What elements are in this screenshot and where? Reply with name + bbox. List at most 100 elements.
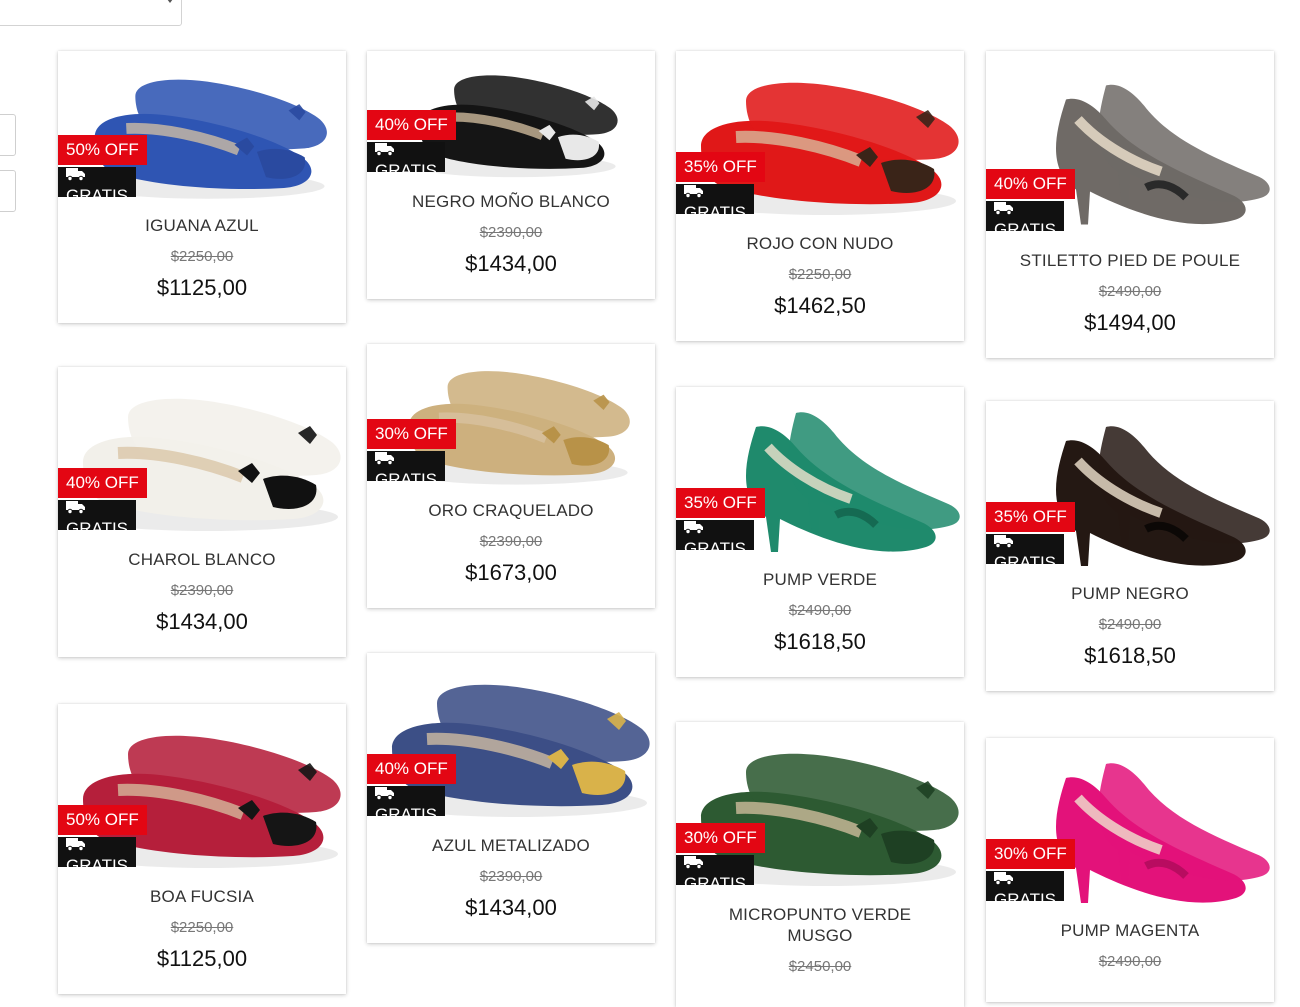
original-price: $2390,00 (170, 582, 234, 599)
filter-checkbox[interactable] (0, 114, 16, 156)
free-shipping-badge: GRATIS (58, 500, 137, 538)
product-name[interactable]: PUMP VERDE (676, 569, 964, 590)
free-shipping-label: GRATIS (66, 186, 129, 205)
product-name[interactable]: PUMP NEGRO (986, 583, 1274, 604)
sale-price: $1618,50 (774, 629, 866, 654)
product-name[interactable]: CHAROL BLANCO (58, 549, 346, 570)
truck-icon (66, 501, 85, 514)
discount-badge: 35% OFF (676, 488, 765, 518)
free-shipping-label: GRATIS (684, 874, 747, 893)
free-shipping-label: GRATIS (375, 470, 438, 489)
truck-icon (66, 838, 85, 851)
product-name[interactable]: MICROPUNTO VERDE MUSGO (676, 904, 964, 946)
discount-badge: 35% OFF (676, 152, 765, 182)
product-image[interactable]: 35% OFF GRATIS (986, 401, 1274, 583)
product-image[interactable]: 35% OFF GRATIS (676, 51, 964, 233)
truck-icon (375, 452, 394, 465)
product-image[interactable]: 50% OFF GRATIS (58, 704, 346, 886)
product-name[interactable]: AZUL METALIZADO (367, 835, 655, 856)
free-shipping-badge: GRATIS (367, 142, 446, 180)
product-card[interactable]: 50% OFF GRATIS BOA FUCSIA $2250,00 $1125,00 (58, 704, 346, 994)
original-price: $2490,00 (1098, 283, 1162, 300)
discount-badge: 50% OFF (58, 805, 147, 835)
free-shipping-badge: GRATIS (367, 786, 446, 824)
product-image[interactable]: 40% OFF GRATIS (367, 653, 655, 835)
original-price: $2490,00 (788, 602, 852, 619)
free-shipping-label: GRATIS (375, 805, 438, 824)
truck-icon (684, 856, 703, 869)
product-image[interactable]: 30% OFF GRATIS (676, 722, 964, 904)
product-image[interactable]: 35% OFF GRATIS (676, 387, 964, 569)
free-shipping-label: GRATIS (994, 220, 1057, 239)
truck-icon (994, 202, 1013, 215)
free-shipping-badge: GRATIS (676, 184, 755, 222)
product-card[interactable]: 50% OFF GRATIS IGUANA AZUL $2250,00 $1125,00 (58, 51, 346, 323)
product-card[interactable]: 40% OFF GRATIS CHAROL BLANCO $2390,00 $1434,… (58, 367, 346, 657)
free-shipping-badge: GRATIS (676, 520, 755, 558)
sale-price: $1618,50 (1084, 643, 1176, 668)
product-card[interactable]: 35% OFF GRATIS PUMP NEGRO $2490,00 $1618,50 (986, 401, 1274, 691)
filter-checkbox[interactable] (0, 170, 16, 212)
sale-price: $1434,00 (465, 251, 557, 276)
product-card[interactable]: 35% OFF GRATIS ROJO CON NUDO $2250,00 $1462,… (676, 51, 964, 341)
product-card[interactable]: 40% OFF GRATIS STILETTO PIED DE POULE $2490… (986, 51, 1274, 358)
product-image[interactable]: 30% OFF GRATIS (986, 738, 1274, 920)
product-image[interactable]: 40% OFF GRATIS (986, 51, 1274, 250)
free-shipping-label: GRATIS (994, 890, 1057, 909)
truck-icon (66, 168, 85, 181)
discount-badge: 30% OFF (986, 839, 1075, 869)
product-card[interactable]: 30% OFF GRATIS ORO CRAQUELADO $2390,00 $1673… (367, 344, 655, 608)
truck-icon (994, 535, 1013, 548)
free-shipping-badge: GRATIS (58, 167, 137, 205)
discount-badge: 30% OFF (367, 419, 456, 449)
free-shipping-label: GRATIS (375, 161, 438, 180)
free-shipping-badge: GRATIS (986, 534, 1065, 572)
product-name[interactable]: PUMP MAGENTA (986, 920, 1274, 941)
discount-badge: 30% OFF (676, 823, 765, 853)
truck-icon (684, 521, 703, 534)
free-shipping-badge: GRATIS (986, 201, 1065, 239)
product-image[interactable]: 50% OFF GRATIS (58, 51, 346, 215)
product-name[interactable]: BOA FUCSIA (58, 886, 346, 907)
truck-icon (684, 185, 703, 198)
product-card[interactable]: 40% OFF GRATIS NEGRO MOÑO BLANCO $2390,00 $1… (367, 51, 655, 299)
sale-price: $1673,00 (465, 560, 557, 585)
discount-badge: 40% OFF (367, 110, 456, 140)
product-card[interactable]: 30% OFF GRATIS PUMP MAGENTA $2490,00 (986, 738, 1274, 1002)
free-shipping-badge: GRATIS (58, 837, 137, 875)
truck-icon (375, 787, 394, 800)
original-price: $2390,00 (479, 868, 543, 885)
sale-price: $1434,00 (156, 609, 248, 634)
original-price: $2390,00 (479, 533, 543, 550)
product-card[interactable]: 30% OFF GRATIS MICROPUNTO VERDE MUSGO $2450… (676, 722, 964, 1007)
original-price: $2250,00 (788, 266, 852, 283)
product-name[interactable]: IGUANA AZUL (58, 215, 346, 236)
sort-select[interactable] (0, 0, 182, 26)
product-card[interactable]: 40% OFF GRATIS AZUL METALIZADO $2390,00 $143… (367, 653, 655, 943)
product-name[interactable]: ORO CRAQUELADO (367, 500, 655, 521)
discount-badge: 50% OFF (58, 135, 147, 165)
product-name[interactable]: NEGRO MOÑO BLANCO (367, 191, 655, 212)
free-shipping-label: GRATIS (66, 519, 129, 538)
free-shipping-label: GRATIS (66, 856, 129, 875)
chevron-down-icon (167, 0, 173, 3)
product-card[interactable]: 35% OFF GRATIS PUMP VERDE $2490,00 $1618,50 (676, 387, 964, 677)
original-price: $2390,00 (479, 224, 543, 241)
product-image[interactable]: 30% OFF GRATIS (367, 344, 655, 500)
sale-price: $1434,00 (465, 895, 557, 920)
free-shipping-label: GRATIS (994, 553, 1057, 572)
sale-price: $1494,00 (1084, 310, 1176, 335)
product-name[interactable]: ROJO CON NUDO (676, 233, 964, 254)
discount-badge: 40% OFF (986, 169, 1075, 199)
original-price: $2490,00 (1098, 616, 1162, 633)
product-image[interactable]: 40% OFF GRATIS (58, 367, 346, 549)
original-price: $2250,00 (170, 919, 234, 936)
sale-price: $1125,00 (156, 946, 248, 971)
free-shipping-badge: GRATIS (676, 855, 755, 893)
sale-price: $1125,00 (156, 275, 248, 300)
truck-icon (994, 872, 1013, 885)
sale-price: $1462,50 (774, 293, 866, 318)
original-price: $2490,00 (1098, 953, 1162, 970)
product-name[interactable]: STILETTO PIED DE POULE (986, 250, 1274, 271)
product-image[interactable]: 40% OFF GRATIS (367, 51, 655, 191)
